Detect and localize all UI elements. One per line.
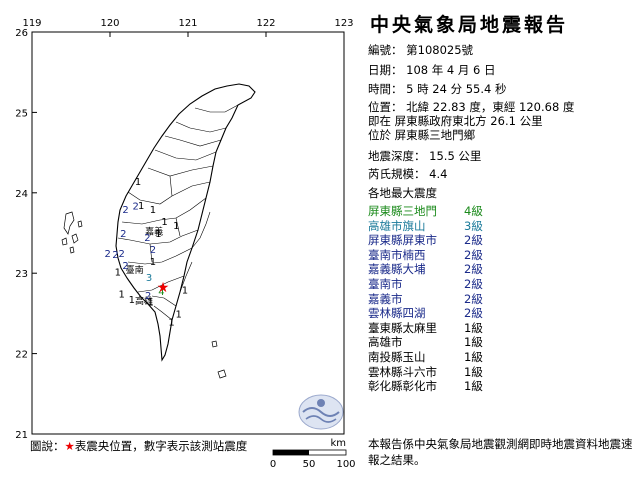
station-level: 2級 [464,233,483,248]
station-name: 屏東縣三地門 [368,204,437,218]
intensity-mark: 1 [115,268,121,279]
station-row: 屏東縣三地門 4級 [368,203,483,219]
station-level: 2級 [464,262,483,277]
intensity-mark: 1 [147,297,153,308]
scale-label: 50 [303,459,316,470]
station-name: 臺南市 [368,277,403,291]
seismic-map: 119 120 121 122 123262524232221 臺南高雄嘉義 4322 2… [0,0,360,480]
lat-tick-label: 21 [15,430,28,441]
lat-tick-label: 26 [15,28,28,39]
station-name: 高雄市旗山 [368,218,426,233]
intensity-mark: 2 [112,250,118,261]
intensity-mark: 1 [173,221,179,232]
report-number: 編號： 第108025號 [368,43,474,57]
station-row: 嘉義縣大埔 2級 [368,261,483,277]
scale-label: 0 [270,459,276,470]
station-row: 屏東縣屏東市 2級 [368,232,483,248]
cwb-logo [298,394,344,430]
station-level: 1級 [464,364,483,379]
epicenter-star-icon: ★ [157,280,170,296]
station-row: 臺東縣太麻里 1級 [368,320,483,336]
station-level: 2級 [464,306,483,321]
station-name: 彰化縣彰化市 [368,379,437,394]
report-depth: 地震深度： 15.5 公里 [368,149,482,163]
station-row: 嘉義市 2級 [368,291,483,307]
report-date: 日期： 108 年 4 月 6 日 [368,63,496,77]
station-row: 雲林縣四湖 2級 [368,305,483,321]
intensity-mark: 1 [182,285,188,296]
intensity-mark: 1 [119,289,125,300]
intensity-mark: 1 [129,295,135,306]
intensity-mark: 1 [150,257,156,268]
station-name: 嘉義縣大埔 [368,262,426,277]
station-level: 1級 [464,335,483,350]
report-title: 中央氣象局地震報告 [370,14,569,36]
station-level: 1級 [464,320,483,335]
lat-tick-label: 24 [15,189,28,200]
intensity-mark: 1 [150,205,156,216]
station-row: 高雄市旗山 3級 [368,218,483,234]
legend-text: 表震央位置，數字表示該測站震度 [74,439,248,453]
intensity-mark: 1 [135,177,141,188]
scale-unit: km [330,438,346,449]
intensity-mark: 1 [168,317,174,328]
star-icon: ★ [64,439,75,453]
intensity-mark: 3 [146,273,152,284]
intensity-mark: 1 [175,309,181,320]
report-magnitude: 芮氏規模： 4.4 [368,167,448,181]
station-name: 屏東縣屏東市 [368,233,437,248]
intensity-mark: 2 [119,249,125,260]
map-legend: 圖說：★表震央位置，數字表示該測站震度 [30,438,247,454]
intensity-mark: 1 [161,217,167,228]
intensity-mark: 2 [122,261,128,272]
station-level: 1級 [464,379,483,394]
station-level: 2級 [464,291,483,306]
station-name: 臺東縣太麻里 [368,320,437,335]
report-time: 時間： 5 時 24 分 55.4 秒 [368,82,507,96]
lon-tick-label: 123 [334,18,353,29]
footnote: 本報告係中央氣象局地震觀測網即時地震資料地震速報之結果。 [368,437,633,467]
station-name: 嘉義市 [368,291,403,306]
station-name: 臺南市楠西 [368,247,426,262]
station-row: 彰化縣彰化市 1級 [368,378,483,394]
lon-tick-label: 122 [256,18,275,29]
intensity-mark: 2 [144,233,150,244]
station-level: 2級 [464,247,483,262]
station-name: 南投縣玉山 [368,350,426,364]
station-name: 高雄市 [368,335,403,350]
intensity-mark: 2 [120,229,126,240]
station-row: 高雄市 1級 [368,334,483,350]
lon-tick-label: 120 [100,18,119,29]
intensity-mark: 1 [155,229,161,240]
intensity-mark: 2 [150,245,156,256]
station-level: 4級 [464,204,483,218]
station-row: 南投縣玉山 1級 [368,349,483,365]
station-level: 2級 [464,277,483,291]
intensity-mark: 1 [138,201,144,212]
intensity-mark: 2 [104,249,110,260]
lat-tick-label: 25 [15,108,28,119]
station-level: 1級 [464,350,483,364]
station-name: 雲林縣斗六市 [368,364,437,379]
station-row: 臺南市 2級 [368,276,483,292]
report-panel: 中央氣象局地震報告 編號： 第108025號 日期： 108 年 4 月 6 日… [368,0,636,480]
scale-label: 100 [336,459,355,470]
lon-tick-label: 121 [178,18,197,29]
intensity-mark: 2 [122,205,128,216]
station-row: 雲林縣斗六市 1級 [368,364,483,380]
station-row: 臺南市楠西 2級 [368,247,483,263]
report-located: 位於 屏東縣三地門鄉 [368,128,476,142]
station-level: 3級 [464,218,483,233]
intensity-header: 各地最大震度 [368,186,437,200]
lat-tick-label: 23 [15,269,28,280]
legend-prefix: 圖說： [30,439,65,453]
lat-tick-label: 22 [15,350,28,361]
station-name: 雲林縣四湖 [368,306,426,321]
